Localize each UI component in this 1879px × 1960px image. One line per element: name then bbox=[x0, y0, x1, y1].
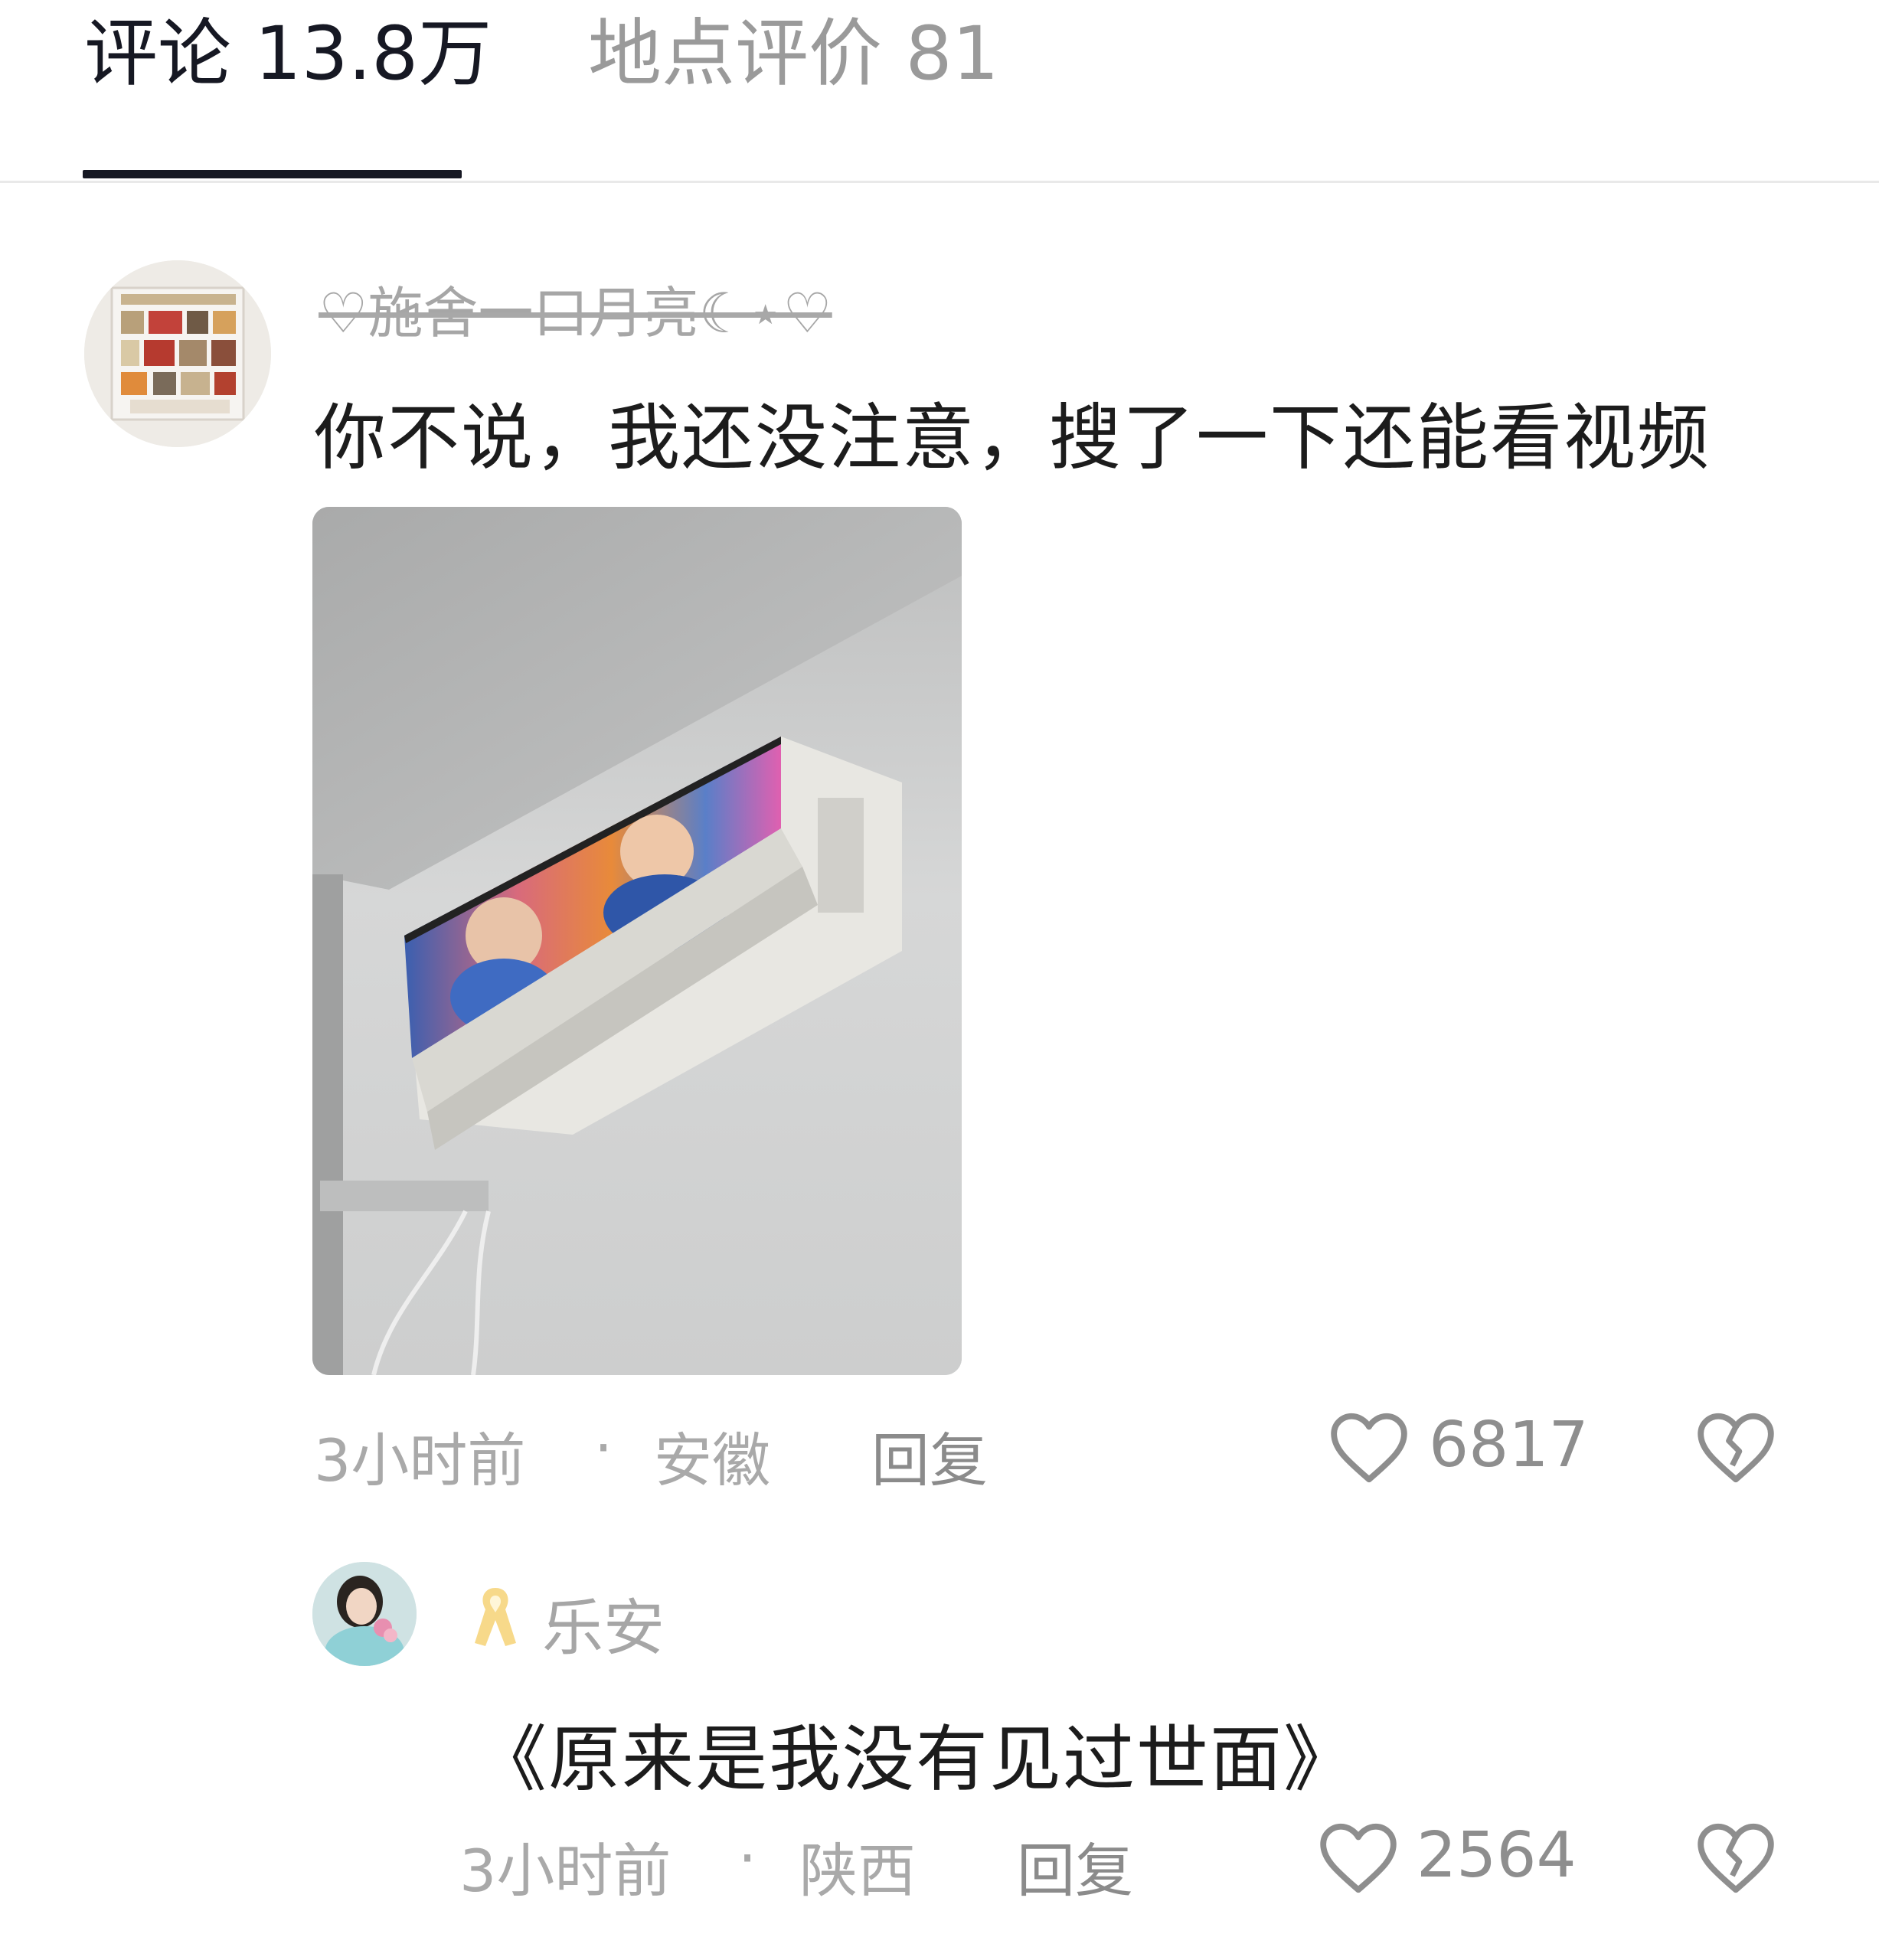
tab-comments[interactable]: 评论 13.8万 bbox=[84, 8, 492, 100]
reply-time: 3小时前 bbox=[459, 1837, 672, 1905]
reply-like-count: 2564 bbox=[1417, 1819, 1577, 1892]
yellow-ribbon-icon bbox=[469, 1582, 522, 1651]
commenter-avatar[interactable] bbox=[84, 260, 271, 447]
broken-heart-icon[interactable] bbox=[1694, 1406, 1778, 1490]
heart-outline-icon[interactable] bbox=[1326, 1406, 1412, 1490]
reply-button[interactable]: 回复 bbox=[871, 1413, 988, 1498]
comment-photo[interactable] bbox=[312, 507, 962, 1375]
reply-location: 陕西 bbox=[799, 1837, 916, 1905]
reply-text: 《原来是我没有见过世面》 bbox=[475, 1718, 1358, 1802]
like-count: 6817 bbox=[1429, 1409, 1589, 1481]
commenter-username[interactable]: ♡施舍一口月亮☾⋆♡ bbox=[319, 268, 832, 348]
meta-separator: · bbox=[594, 1413, 613, 1481]
reply-user-avatar[interactable] bbox=[312, 1562, 417, 1666]
reply-reply-button[interactable]: 回复 bbox=[1017, 1824, 1133, 1908]
comment-text: 你不说，我还没注意，搜了一下还能看视频 bbox=[314, 397, 1711, 480]
reply-avatar-image bbox=[312, 1562, 417, 1666]
tab-divider bbox=[0, 181, 1879, 183]
active-tab-indicator bbox=[83, 170, 462, 178]
comment-location: 安徽 bbox=[654, 1426, 770, 1494]
broken-heart-icon[interactable] bbox=[1694, 1816, 1778, 1900]
reply-meta-separator: · bbox=[738, 1824, 757, 1892]
bookshelf-avatar-image bbox=[84, 260, 271, 447]
air-conditioner-tv-photo bbox=[312, 507, 962, 1375]
comment-time: 3小时前 bbox=[314, 1426, 526, 1494]
reply-username[interactable]: 乐安 bbox=[542, 1579, 665, 1668]
heart-outline-icon[interactable] bbox=[1315, 1816, 1401, 1900]
tab-place-reviews[interactable]: 地点评价 81 bbox=[588, 8, 999, 100]
